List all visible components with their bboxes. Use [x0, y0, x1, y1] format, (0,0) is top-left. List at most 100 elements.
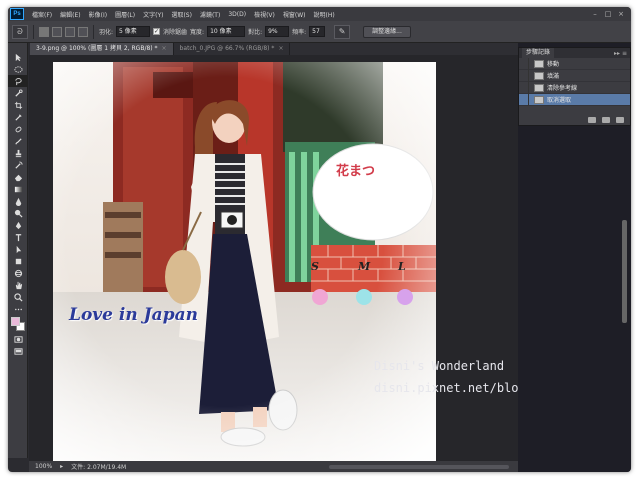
- crop-tool-icon[interactable]: [8, 99, 28, 111]
- more-tools-icon[interactable]: [8, 303, 28, 315]
- delete-state-icon[interactable]: [616, 117, 624, 123]
- history-panel: 步驟記錄 ▸▸ ≡ 移動 填滿 清除參考線 取消選取: [518, 47, 631, 126]
- new-snapshot-icon[interactable]: [602, 117, 610, 123]
- marquee-tool-icon[interactable]: [8, 63, 28, 75]
- tab-batch-0-jpg[interactable]: batch_0.JPG @ 66.7% (RGB/8) * ×: [174, 43, 291, 55]
- antialias-label: 消除鋸齒: [163, 29, 188, 36]
- 3d-tool-icon[interactable]: [8, 267, 28, 279]
- menu-help[interactable]: 說明(H): [310, 10, 339, 19]
- history-panel-header: 步驟記錄 ▸▸ ≡: [519, 48, 630, 58]
- type-tool-icon[interactable]: [8, 231, 28, 243]
- history-item-label: 移動: [547, 61, 560, 68]
- vertical-scrollbar[interactable]: [622, 220, 627, 323]
- history-panel-footer: [519, 115, 630, 125]
- quick-mask-icon[interactable]: [8, 333, 28, 345]
- history-item[interactable]: 清除參考線: [519, 81, 630, 94]
- new-document-from-state-icon[interactable]: [588, 117, 596, 123]
- pen-tool-icon[interactable]: [8, 219, 28, 231]
- history-brush-tool-icon[interactable]: [8, 159, 28, 171]
- feather-label: 羽化:: [99, 29, 114, 36]
- tab-label: batch_0.JPG @ 66.7% (RGB/8) *: [179, 45, 275, 52]
- quick-selection-tool-icon[interactable]: [8, 87, 28, 99]
- path-selection-tool-icon[interactable]: [8, 243, 28, 255]
- history-item-label: 取消選取: [547, 97, 572, 104]
- size-m-label: M: [358, 260, 371, 273]
- move-tool-icon[interactable]: [8, 51, 28, 63]
- magnetic-lasso-tool-preset-icon[interactable]: ᘐ: [12, 24, 28, 39]
- contrast-input[interactable]: 9%: [265, 26, 290, 37]
- menu-select[interactable]: 選取(S): [167, 10, 196, 19]
- close-icon[interactable]: ×: [617, 10, 625, 18]
- eyedropper-tool-icon[interactable]: [8, 111, 28, 123]
- clone-stamp-tool-icon[interactable]: [8, 147, 28, 159]
- intersect-selection-mode-icon[interactable]: [78, 26, 88, 37]
- screen-mode-icon[interactable]: [8, 345, 28, 357]
- eraser-tool-icon[interactable]: [8, 171, 28, 183]
- document-canvas[interactable]: 花まつ S M L Love in Japan: [53, 62, 436, 461]
- feather-input[interactable]: 5 像素: [116, 26, 151, 37]
- blur-tool-icon[interactable]: [8, 195, 28, 207]
- gradient-tool-icon[interactable]: [8, 183, 28, 195]
- watermark-title: Disni's Wonderland: [374, 359, 505, 373]
- options-bar: ᘐ 羽化: 5 像素 ✓ 消除鋸齒 寬度: 10 像素 對比: 9% 頻率: 5…: [8, 21, 631, 43]
- history-source-checkbox[interactable]: [519, 93, 529, 106]
- refine-edge-button[interactable]: 調整邊緣...: [363, 25, 411, 38]
- history-source-checkbox[interactable]: [519, 81, 529, 94]
- frequency-label: 頻率:: [292, 29, 307, 36]
- antialias-checkbox[interactable]: ✓: [153, 28, 161, 35]
- history-panel-title[interactable]: 步驟記錄: [522, 48, 555, 58]
- deselect-step-icon: [534, 95, 544, 104]
- color-dot-pink: [312, 289, 328, 305]
- fill-step-icon: [534, 71, 544, 80]
- close-tab-icon[interactable]: ×: [162, 43, 167, 55]
- maximize-icon[interactable]: □: [604, 10, 612, 18]
- new-selection-mode-icon[interactable]: [39, 26, 49, 37]
- status-arrow-icon[interactable]: ▸: [60, 463, 63, 470]
- document-size: 文件: 2.07M/19.4M: [71, 464, 127, 471]
- history-item-label: 清除參考線: [547, 85, 578, 92]
- history-item-selected[interactable]: 取消選取: [519, 93, 630, 106]
- close-tab-icon[interactable]: ×: [278, 43, 283, 55]
- menu-view[interactable]: 檢視(V): [250, 10, 279, 19]
- menu-3d[interactable]: 3D(D): [224, 11, 250, 18]
- history-source-checkbox[interactable]: [519, 57, 529, 70]
- zoom-tool-icon[interactable]: [8, 291, 28, 303]
- window-controls: – □ ×: [591, 10, 631, 18]
- healing-brush-tool-icon[interactable]: [8, 123, 28, 135]
- tab-3-9-png[interactable]: 3-9.png @ 100% (圖層 1 拷貝 2, RGB/8) * ×: [30, 43, 174, 55]
- width-label: 寬度:: [190, 29, 205, 36]
- rectangle-tool-icon[interactable]: [8, 255, 28, 267]
- menu-edit[interactable]: 編輯(E): [56, 10, 84, 19]
- zoom-level[interactable]: 100%: [35, 463, 52, 470]
- history-source-checkbox[interactable]: [519, 69, 529, 82]
- love-in-japan-text: Love in Japan: [69, 305, 198, 325]
- lasso-tool-icon[interactable]: [8, 75, 28, 87]
- size-s-label: S: [311, 260, 319, 273]
- menu-filter[interactable]: 濾鏡(T): [196, 10, 224, 19]
- move-step-icon: [534, 59, 544, 68]
- tab-label: 3-9.png @ 100% (圖層 1 拷貝 2, RGB/8) *: [36, 45, 158, 52]
- pen-pressure-icon[interactable]: ✎: [334, 24, 351, 39]
- frequency-input[interactable]: 57: [309, 26, 326, 37]
- menu-type[interactable]: 文字(Y): [139, 10, 167, 19]
- history-item[interactable]: 填滿: [519, 69, 630, 82]
- brush-tool-icon[interactable]: [8, 135, 28, 147]
- minimize-icon[interactable]: –: [591, 10, 599, 18]
- horizontal-scrollbar[interactable]: [329, 465, 509, 469]
- hand-tool-icon[interactable]: [8, 279, 28, 291]
- subtract-selection-mode-icon[interactable]: [65, 26, 75, 37]
- add-selection-mode-icon[interactable]: [52, 26, 62, 37]
- foreground-color-swatch[interactable]: [11, 317, 20, 326]
- panel-menu-icon[interactable]: ▸▸ ≡: [614, 50, 627, 57]
- menu-window[interactable]: 視窗(W): [279, 10, 310, 19]
- menu-file[interactable]: 檔案(F): [28, 10, 56, 19]
- dodge-tool-icon[interactable]: [8, 207, 28, 219]
- width-input[interactable]: 10 像素: [207, 26, 246, 37]
- menu-image[interactable]: 影像(I): [85, 10, 111, 19]
- history-item[interactable]: 移動: [519, 57, 630, 70]
- color-swatches[interactable]: [8, 315, 28, 333]
- canvas-area[interactable]: 花まつ S M L Love in Japan: [29, 55, 518, 461]
- menu-layer[interactable]: 圖層(L): [111, 10, 139, 19]
- document-tabs: 3-9.png @ 100% (圖層 1 拷貝 2, RGB/8) * × ba…: [30, 43, 518, 55]
- status-bar: 100% ▸ 文件: 2.07M/19.4M: [29, 461, 518, 472]
